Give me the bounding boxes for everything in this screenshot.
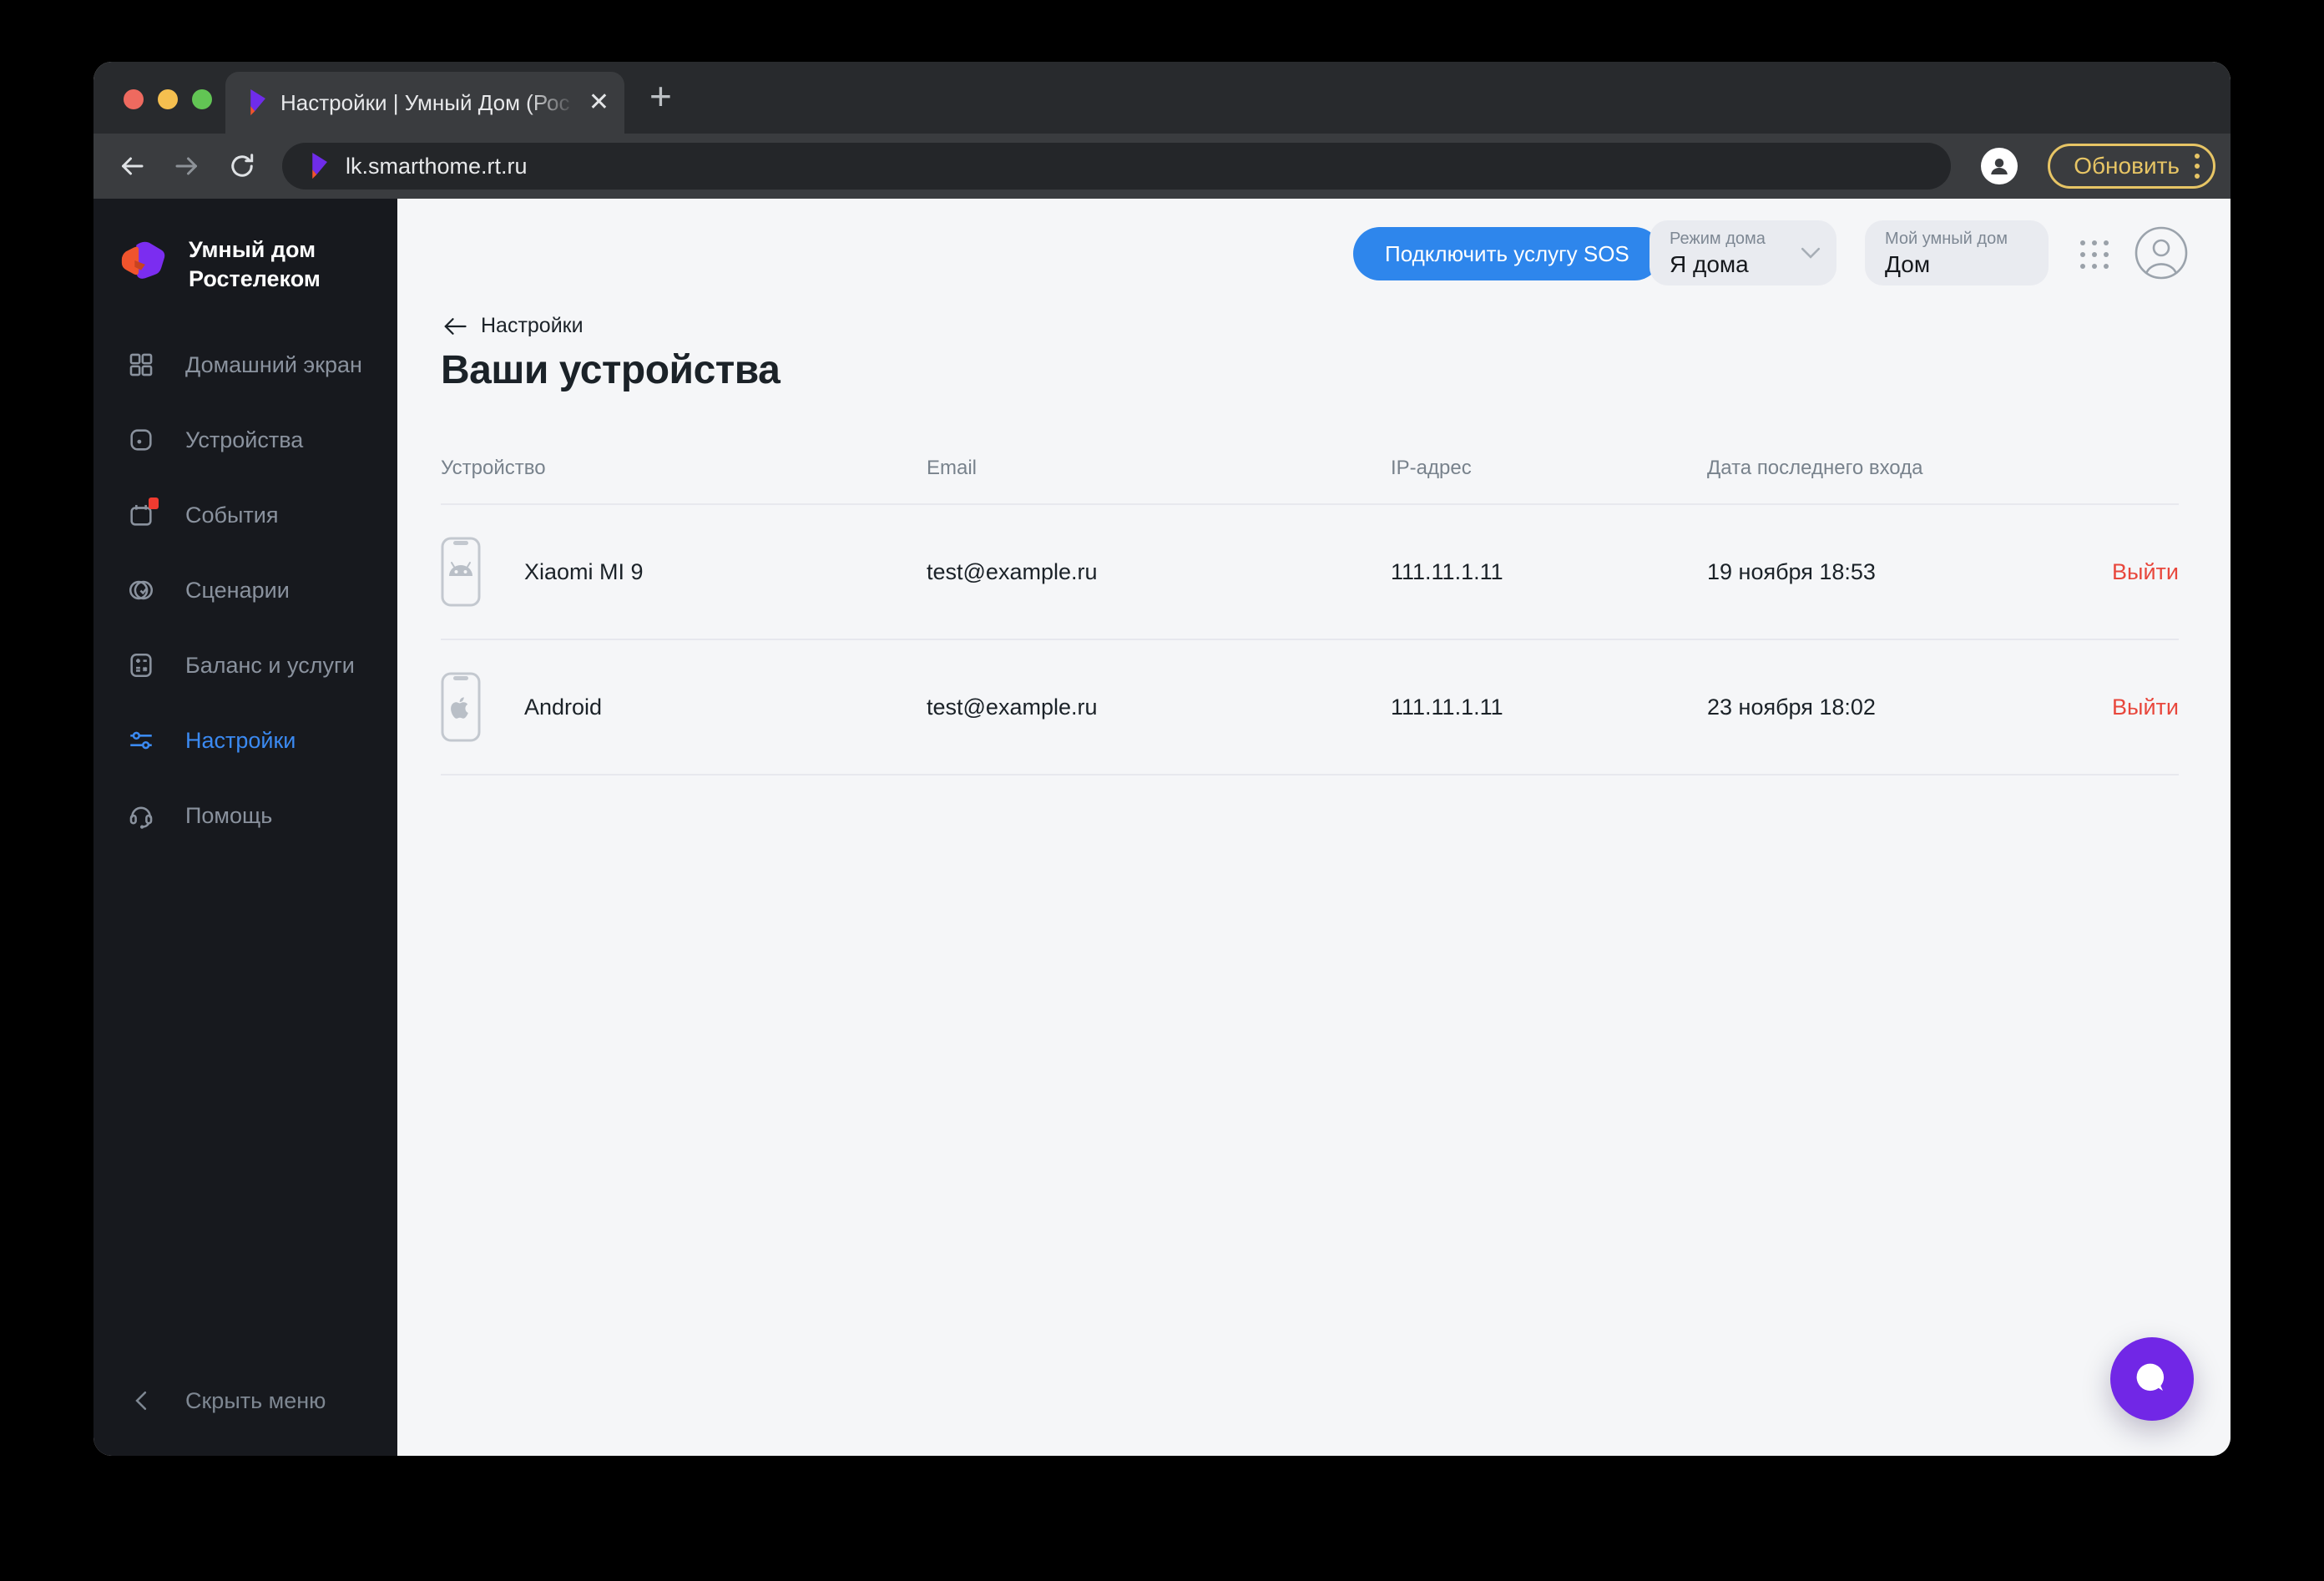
main-panel: Подключить услугу SOS Режим дома Я дома … <box>397 199 2231 1456</box>
tab-title: Настройки | Умный Дом (Рос <box>280 89 570 115</box>
sidebar-item-label: Помощь <box>185 802 273 828</box>
update-browser-button[interactable]: Обновить <box>2048 144 2215 189</box>
device-email: test@example.ru <box>927 694 1098 720</box>
sidebar-item-label: События <box>185 502 279 528</box>
column-header-device: Устройство <box>441 456 546 479</box>
sidebar-item-events[interactable]: События <box>93 477 397 553</box>
help-headset-icon <box>127 801 155 830</box>
app-logo: Умный дом Ростелеком <box>119 235 321 294</box>
home-mode-dropdown[interactable]: Режим дома Я дома <box>1650 220 1836 285</box>
support-chat-button[interactable] <box>2110 1337 2194 1421</box>
table-row: Android test@example.ru 111.11.1.11 23 н… <box>441 640 2179 775</box>
sidebar-item-help[interactable]: Помощь <box>93 778 397 853</box>
app-content: Умный дом Ростелеком Домашний экран Устр… <box>93 199 2231 1456</box>
my-smart-home-selector[interactable]: Мой умный дом Дом <box>1865 220 2049 285</box>
connect-sos-button[interactable]: Подключить услугу SOS <box>1353 227 1661 280</box>
smarthome-favicon-icon <box>312 153 327 179</box>
device-ip: 111.11.1.11 <box>1391 558 1503 584</box>
smarthome-favicon-icon <box>250 89 265 116</box>
apps-grid-icon[interactable] <box>2080 240 2109 269</box>
sidebar-item-devices[interactable]: Устройства <box>93 402 397 477</box>
forward-icon[interactable] <box>172 151 202 181</box>
chevron-down-icon <box>1801 247 1821 259</box>
device-last-login: 23 ноября 18:02 <box>1707 694 1876 720</box>
sidebar-item-home-screen[interactable]: Домашний экран <box>93 327 397 402</box>
home-mode-label: Режим дома <box>1670 230 1766 248</box>
logout-link[interactable]: Выйти <box>2054 559 2179 585</box>
zoom-window-button[interactable] <box>192 89 212 109</box>
breadcrumb-label: Настройки <box>481 314 584 337</box>
column-header-ip: IP-адрес <box>1391 456 1472 479</box>
browser-tab[interactable]: Настройки | Умный Дом (Рос ✕ <box>225 72 624 134</box>
arrow-left-icon <box>444 317 467 335</box>
back-icon[interactable] <box>117 151 147 181</box>
address-bar[interactable]: lk.smarthome.rt.ru <box>282 143 1952 189</box>
device-name: Android <box>524 694 603 720</box>
home-mode-value: Я дома <box>1670 251 1749 277</box>
balance-icon <box>127 651 155 679</box>
devices-table-header: Устройство Email IP-адрес Дата последнег… <box>441 432 2179 505</box>
my-smart-home-value: Дом <box>1885 251 1931 277</box>
column-header-last-login: Дата последнего входа <box>1707 456 1923 479</box>
device-ip: 111.11.1.11 <box>1391 694 1503 720</box>
android-icon <box>441 537 481 607</box>
breadcrumb-back-settings[interactable]: Настройки <box>442 314 584 338</box>
device-name: Xiaomi MI 9 <box>524 558 644 584</box>
sidebar-menu: Домашний экран Устройства События Сценар… <box>93 327 397 853</box>
logout-link[interactable]: Выйти <box>2054 695 2179 720</box>
reload-icon[interactable] <box>227 151 257 181</box>
table-row: Xiaomi MI 9 test@example.ru 111.11.1.11 … <box>441 505 2179 640</box>
browser-menu-kebab-icon[interactable] <box>2195 154 2200 179</box>
chat-bubble-icon <box>2136 1363 2165 1392</box>
sidebar-item-label: Устройства <box>185 427 304 452</box>
sidebar-item-label: Домашний экран <box>185 351 362 377</box>
person-icon <box>1991 159 2008 174</box>
device-email: test@example.ru <box>927 558 1098 584</box>
close-window-button[interactable] <box>124 89 144 109</box>
browser-titlebar: Настройки | Умный Дом (Рос ✕ + <box>93 62 2231 134</box>
smarthome-logo-icon <box>121 241 165 279</box>
events-badge <box>149 498 159 509</box>
column-header-email: Email <box>927 456 978 479</box>
sidebar: Умный дом Ростелеком Домашний экран Устр… <box>93 199 397 1456</box>
collapse-menu-button[interactable]: Скрыть меню <box>93 1363 397 1438</box>
scenarios-icon <box>127 576 155 604</box>
apple-icon <box>441 672 481 742</box>
sidebar-item-scenarios[interactable]: Сценарии <box>93 553 397 628</box>
collapse-menu-label: Скрыть меню <box>185 1387 326 1413</box>
my-smart-home-label: Мой умный дом <box>1885 230 2008 248</box>
device-cell: Android <box>441 672 927 742</box>
device-last-login: 19 ноября 18:53 <box>1707 558 1876 584</box>
app-logo-title: Умный дом Ростелеком <box>189 237 321 291</box>
device-cell: Xiaomi MI 9 <box>441 537 927 607</box>
new-tab-button[interactable]: + <box>649 73 672 119</box>
browser-profile-avatar[interactable] <box>1981 148 2018 184</box>
minimize-window-button[interactable] <box>158 89 178 109</box>
browser-toolbar: lk.smarthome.rt.ru Обновить <box>93 134 2231 199</box>
sidebar-item-label: Настройки <box>185 727 296 753</box>
devices-table: Устройство Email IP-адрес Дата последнег… <box>441 432 2179 775</box>
home-grid-icon <box>127 351 155 379</box>
update-browser-label: Обновить <box>2074 153 2180 179</box>
sidebar-item-label: Баланс и услуги <box>185 652 355 678</box>
settings-sliders-icon <box>127 726 155 755</box>
devices-icon <box>127 426 155 454</box>
page-title: Ваши устройства <box>441 348 781 392</box>
traffic-lights <box>124 89 212 109</box>
chevron-left-icon <box>135 1391 147 1411</box>
events-calendar-icon <box>127 498 159 529</box>
sidebar-item-balance[interactable]: Баланс и услуги <box>93 628 397 703</box>
sidebar-item-label: Сценарии <box>185 577 290 603</box>
tab-close-icon[interactable]: ✕ <box>589 90 609 115</box>
account-avatar[interactable] <box>2134 225 2189 280</box>
url-text: lk.smarthome.rt.ru <box>346 153 528 179</box>
browser-window: Настройки | Умный Дом (Рос ✕ + lk.smarth… <box>93 62 2231 1456</box>
sidebar-item-settings[interactable]: Настройки <box>93 703 397 778</box>
